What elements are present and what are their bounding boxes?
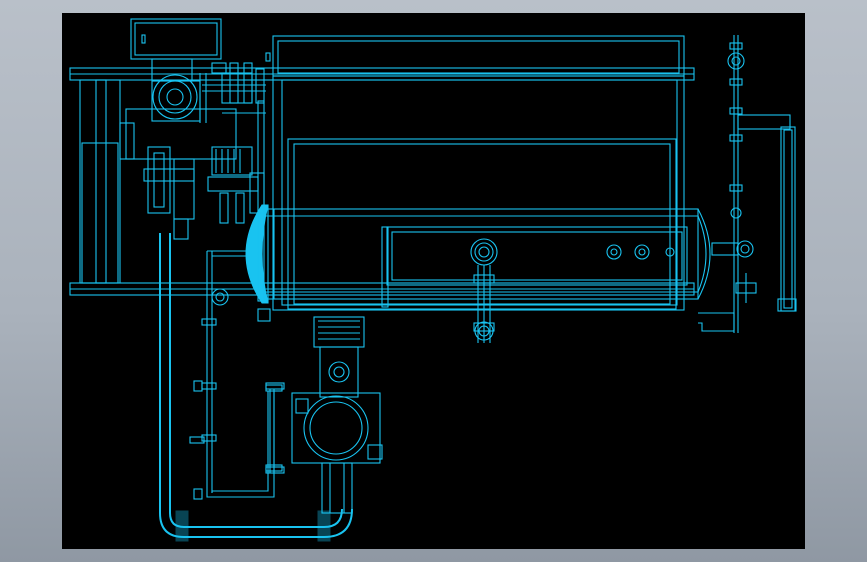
cad-drawing-canvas <box>62 13 805 549</box>
boiler-piping-schematic <box>69 18 797 542</box>
right-gauge-column <box>698 35 797 333</box>
feed-pump-tank <box>291 316 383 514</box>
drum-front-fittings <box>470 238 675 343</box>
bypass-loop <box>265 382 285 474</box>
burner-assembly <box>119 18 253 160</box>
gas-valve-train <box>202 52 271 114</box>
